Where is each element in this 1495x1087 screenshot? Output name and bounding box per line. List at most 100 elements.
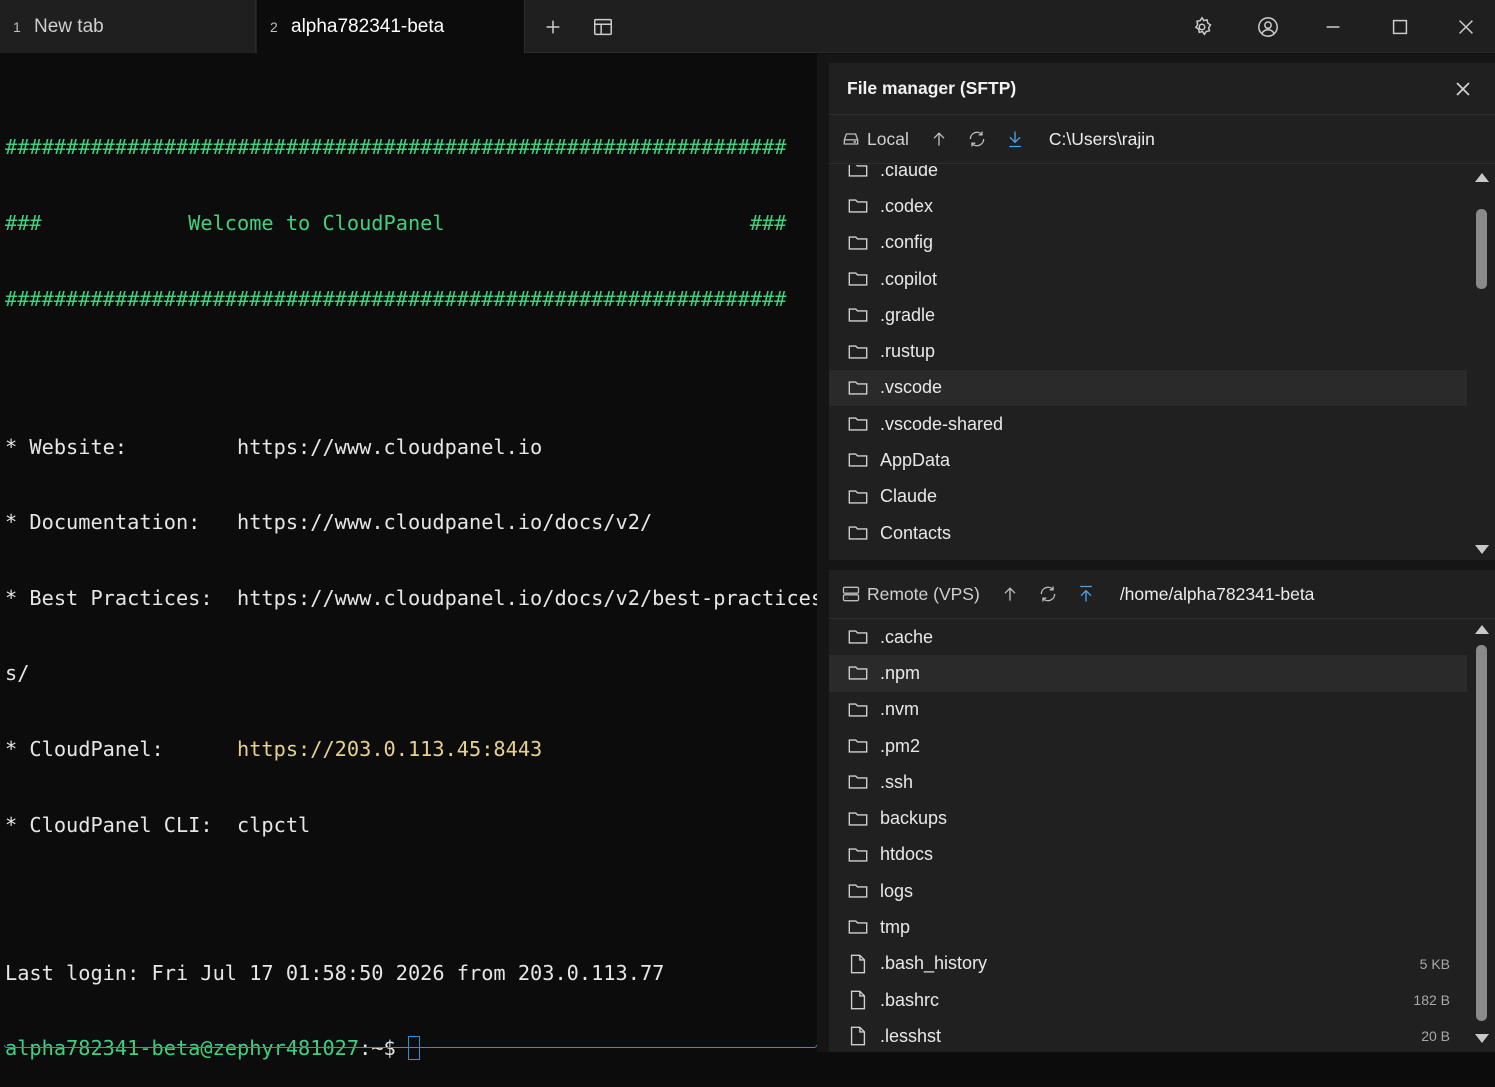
list-item[interactable]: .vscode-shared bbox=[829, 406, 1467, 442]
close-icon[interactable] bbox=[1451, 12, 1481, 42]
folder-icon bbox=[847, 735, 869, 757]
list-item[interactable]: .cache bbox=[829, 619, 1467, 655]
item-name: .lesshst bbox=[880, 1025, 942, 1046]
item-name: .gradle bbox=[880, 304, 936, 325]
folder-icon bbox=[847, 662, 869, 684]
item-name: .rustup bbox=[880, 341, 936, 362]
plus-icon[interactable] bbox=[538, 12, 568, 42]
user-circle-icon[interactable] bbox=[1253, 12, 1283, 42]
tab-session[interactable]: 2 alpha782341-beta bbox=[257, 0, 525, 53]
file-row[interactable]: .bashrc 182 B bbox=[829, 982, 1467, 1018]
info-value: https://www.cloudpanel.io bbox=[237, 434, 543, 459]
item-name: .bashrc bbox=[880, 989, 940, 1010]
refresh-icon[interactable] bbox=[1038, 584, 1058, 604]
banner-border: ########################################… bbox=[5, 135, 787, 160]
item-name: .vscode-shared bbox=[880, 413, 1004, 434]
tab-new-tab[interactable]: 1 New tab bbox=[0, 0, 256, 53]
item-name: AppData bbox=[880, 450, 951, 471]
item-name: Claude bbox=[880, 486, 938, 507]
list-item[interactable]: .npm bbox=[829, 655, 1467, 692]
scroll-up-icon[interactable] bbox=[1475, 173, 1489, 182]
scroll-thumb[interactable] bbox=[1476, 209, 1487, 289]
file-row[interactable]: .bash_history 5 KB bbox=[829, 946, 1467, 982]
item-name: .bash_history bbox=[880, 953, 988, 974]
item-name: .pm2 bbox=[880, 735, 921, 756]
list-item[interactable]: logs bbox=[829, 873, 1467, 909]
file-row[interactable]: .lesshst 20 B bbox=[829, 1018, 1467, 1052]
tab-bar: 1 New tab 2 alpha782341-beta bbox=[0, 0, 1495, 53]
list-item[interactable]: .rustup bbox=[829, 334, 1467, 370]
refresh-icon[interactable] bbox=[967, 129, 987, 149]
up-directory-icon[interactable] bbox=[1000, 584, 1020, 604]
local-scrollbar[interactable] bbox=[1469, 165, 1493, 560]
list-item[interactable]: backups bbox=[829, 801, 1467, 837]
item-name: .ssh bbox=[880, 771, 914, 792]
list-item[interactable]: .vscode bbox=[829, 369, 1467, 407]
list-item[interactable]: .gradle bbox=[829, 297, 1467, 333]
folder-icon bbox=[847, 699, 869, 721]
list-item[interactable]: .nvm bbox=[829, 692, 1467, 728]
last-login: Last login: Fri Jul 17 01:58:50 2026 fro… bbox=[5, 960, 665, 985]
scroll-down-icon[interactable] bbox=[1475, 545, 1489, 554]
pane-separator bbox=[829, 560, 1495, 570]
folder-icon bbox=[847, 486, 869, 508]
list-item[interactable]: .copilot bbox=[829, 261, 1467, 297]
list-item[interactable]: htdocs bbox=[829, 837, 1467, 873]
list-item[interactable]: .claude bbox=[829, 165, 1467, 188]
up-directory-icon[interactable] bbox=[929, 129, 949, 149]
list-item[interactable]: Claude bbox=[829, 479, 1467, 515]
folder-icon bbox=[847, 771, 869, 793]
file-manager-panel: File manager (SFTP) Local C:\Users\rajin bbox=[817, 54, 1495, 1052]
list-item[interactable]: tmp bbox=[829, 909, 1467, 945]
local-path: C:\Users\rajin bbox=[1048, 128, 1155, 149]
server-icon bbox=[841, 584, 861, 604]
prompt-line: alpha782341-beta@zephyr481027:~$ bbox=[5, 1036, 817, 1061]
list-item[interactable]: .codex bbox=[829, 188, 1467, 224]
list-item[interactable]: .config bbox=[829, 225, 1467, 261]
scroll-up-icon[interactable] bbox=[1475, 625, 1489, 634]
remote-file-list[interactable]: .cache .npm .nvm .pm2 .ssh backups htdoc… bbox=[829, 619, 1467, 1052]
info-label: * Documentation: bbox=[5, 510, 237, 535]
info-line: * Best Practices: https://www.cloudpanel… bbox=[5, 586, 823, 611]
file-icon bbox=[847, 1025, 869, 1047]
list-item[interactable]: .ssh bbox=[829, 764, 1467, 800]
folder-icon bbox=[847, 268, 869, 290]
info-label: * CloudPanel CLI: bbox=[5, 812, 237, 837]
info-value: https://www.cloudpanel.io/docs/v2/ bbox=[237, 510, 653, 535]
remote-label: Remote (VPS) bbox=[867, 583, 980, 604]
info-value: clpctl bbox=[237, 812, 311, 837]
remote-scrollbar[interactable] bbox=[1469, 619, 1493, 1052]
file-icon bbox=[847, 989, 869, 1011]
item-name: .codex bbox=[880, 195, 934, 216]
folder-icon bbox=[847, 304, 869, 326]
folder-icon bbox=[847, 195, 869, 217]
terminal[interactable]: ########################################… bbox=[0, 54, 823, 1061]
scroll-thumb[interactable] bbox=[1476, 645, 1487, 1021]
item-name: .copilot bbox=[880, 268, 938, 289]
folder-icon bbox=[847, 880, 869, 902]
info-line: * Website: https://www.cloudpanel.io bbox=[5, 435, 817, 460]
item-name: .nvm bbox=[880, 699, 920, 720]
list-item[interactable]: .pm2 bbox=[829, 728, 1467, 764]
upload-icon[interactable] bbox=[1076, 584, 1096, 604]
tab-label: New tab bbox=[34, 15, 104, 37]
layout-icon[interactable] bbox=[588, 12, 618, 42]
gear-icon[interactable] bbox=[1187, 12, 1217, 42]
maximize-icon[interactable] bbox=[1385, 12, 1415, 42]
scroll-down-icon[interactable] bbox=[1475, 1034, 1489, 1043]
file-size: 5 KB bbox=[1419, 955, 1450, 972]
minimize-icon[interactable] bbox=[1318, 12, 1348, 42]
file-manager: File manager (SFTP) Local C:\Users\rajin bbox=[829, 63, 1495, 1052]
remote-path: /home/alpha782341-beta bbox=[1119, 583, 1315, 604]
file-manager-header: File manager (SFTP) bbox=[829, 63, 1495, 115]
list-item[interactable]: Contacts bbox=[829, 515, 1467, 551]
folder-icon bbox=[847, 341, 869, 363]
close-icon[interactable] bbox=[1453, 79, 1473, 99]
list-item[interactable]: AppData bbox=[829, 442, 1467, 478]
local-file-list[interactable]: .claude .codex .config .copilot .gradle … bbox=[829, 165, 1467, 560]
item-name: htdocs bbox=[880, 844, 934, 865]
download-icon[interactable] bbox=[1005, 129, 1025, 149]
file-size: 20 B bbox=[1421, 1028, 1450, 1045]
